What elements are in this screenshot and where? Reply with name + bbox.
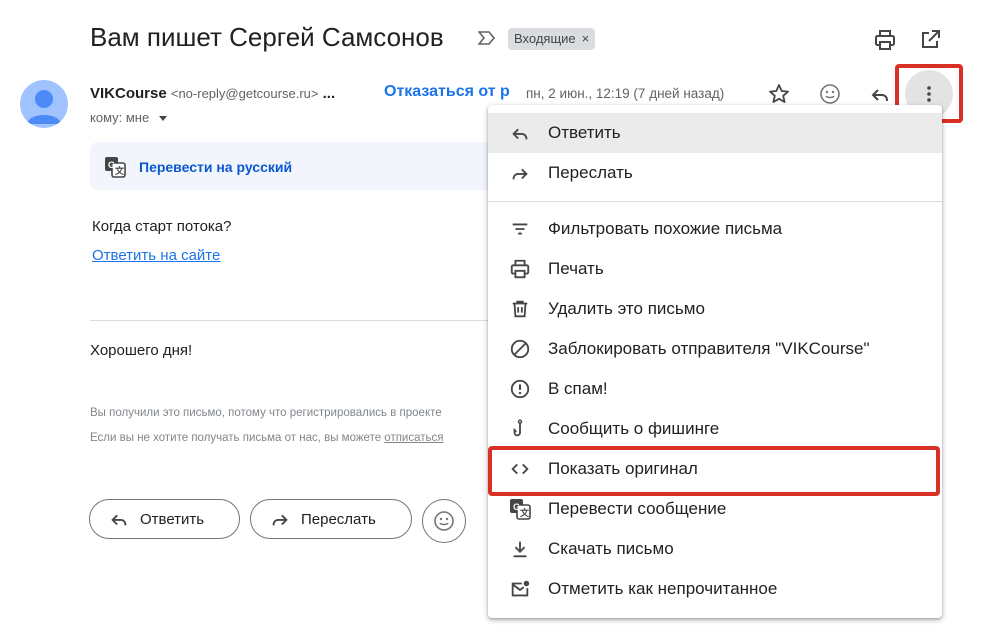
sender-email: <no-reply@getcourse.ru> bbox=[170, 86, 319, 101]
menu-separator bbox=[488, 201, 942, 202]
highlight-show-original bbox=[488, 446, 940, 496]
svg-text:文: 文 bbox=[114, 165, 125, 176]
important-marker-icon[interactable] bbox=[478, 31, 496, 45]
label-chip-inbox[interactable]: Входящие × bbox=[508, 28, 596, 50]
more-options-menu: Ответить Переслать Фильтровать похожие п… bbox=[488, 105, 942, 618]
footer-line-2-text: Если вы не хотите получать письма от нас… bbox=[90, 432, 385, 444]
translate-icon: G 文 bbox=[510, 499, 531, 520]
menu-item-label: Переслать bbox=[548, 163, 633, 182]
footer-unsubscribe-link[interactable]: отписаться bbox=[384, 432, 443, 444]
forward-button-label: Переслать bbox=[301, 510, 376, 528]
menu-item-label: Ответить bbox=[548, 123, 621, 142]
menu-item-mark-unread[interactable]: Отметить как непрочитанное bbox=[488, 569, 942, 609]
message-regards: Хорошего дня! bbox=[90, 342, 193, 359]
email-subject: Вам пишет Сергей Самсонов bbox=[90, 22, 444, 52]
menu-item-label: Фильтровать похожие письма bbox=[548, 219, 783, 238]
download-icon bbox=[513, 541, 527, 558]
reply-icon bbox=[512, 128, 528, 140]
print-icon bbox=[510, 259, 530, 279]
menu-item-reply[interactable]: Ответить bbox=[488, 113, 942, 153]
footer-line-1: Вы получили это письмо, потому что регис… bbox=[90, 407, 442, 419]
menu-item-report-phishing[interactable]: Сообщить о фишинге bbox=[488, 409, 942, 449]
filter-icon bbox=[512, 223, 528, 235]
reply-button[interactable]: Ответить bbox=[89, 499, 240, 539]
person-icon bbox=[27, 90, 61, 124]
forward-icon bbox=[512, 168, 528, 180]
menu-item-label: Перевести сообщение bbox=[548, 499, 727, 518]
menu-item-label: Удалить это письмо bbox=[548, 299, 705, 318]
sender-line: VIKCourse <no-reply@getcourse.ru> ... bbox=[90, 85, 335, 102]
message-question: Когда старт потока? bbox=[92, 218, 232, 235]
menu-item-label: Отметить как непрочитанное bbox=[548, 579, 778, 598]
forward-icon bbox=[272, 514, 288, 526]
email-date: пн, 2 июн., 12:19 (7 дней назад) bbox=[526, 86, 725, 101]
phishing-icon bbox=[513, 419, 523, 437]
menu-item-download[interactable]: Скачать письмо bbox=[488, 529, 942, 569]
menu-item-label: Сообщить о фишинге bbox=[548, 419, 720, 438]
menu-item-filter[interactable]: Фильтровать похожие письма bbox=[488, 209, 942, 249]
menu-item-label: В спам! bbox=[548, 379, 608, 398]
menu-item-label: Печать bbox=[548, 259, 604, 278]
sender-name[interactable]: VIKCourse bbox=[90, 85, 167, 102]
menu-item-label: Заблокировать отправителя "VIKCourse" bbox=[548, 339, 870, 358]
menu-item-print[interactable]: Печать bbox=[488, 249, 942, 289]
trash-icon bbox=[512, 300, 528, 318]
forward-button[interactable]: Переслать bbox=[250, 499, 412, 539]
recipient-text: кому: мне bbox=[90, 110, 150, 125]
emoji-icon bbox=[434, 511, 454, 531]
reply-icon bbox=[111, 514, 127, 526]
star-icon[interactable] bbox=[767, 82, 791, 106]
translate-link[interactable]: Перевести на русский bbox=[139, 159, 292, 175]
unsubscribe-link[interactable]: Отказаться от р bbox=[384, 83, 516, 101]
reply-on-site-link[interactable]: Ответить на сайте bbox=[92, 247, 220, 264]
spam-icon bbox=[510, 379, 530, 399]
menu-item-delete[interactable]: Удалить это письмо bbox=[488, 289, 942, 329]
reply-icon[interactable] bbox=[868, 82, 892, 106]
emoji-reaction-icon[interactable] bbox=[818, 82, 842, 106]
svg-text:文: 文 bbox=[519, 507, 530, 518]
menu-item-label: Скачать письмо bbox=[548, 539, 674, 558]
menu-item-spam[interactable]: В спам! bbox=[488, 369, 942, 409]
print-all-icon[interactable] bbox=[873, 28, 897, 52]
svg-text:G: G bbox=[513, 502, 520, 512]
sender-avatar bbox=[20, 80, 68, 128]
body-divider bbox=[90, 320, 490, 321]
open-new-window-icon[interactable] bbox=[918, 28, 942, 52]
label-remove-icon[interactable]: × bbox=[582, 28, 590, 50]
menu-item-forward[interactable]: Переслать bbox=[488, 153, 942, 193]
sender-ellipsis: ... bbox=[322, 85, 336, 102]
footer-line-2: Если вы не хотите получать письма от нас… bbox=[90, 432, 488, 444]
block-icon bbox=[510, 339, 530, 359]
label-chip-text: Входящие bbox=[514, 31, 576, 46]
mark-unread-icon bbox=[511, 580, 530, 597]
dropdown-caret-icon[interactable] bbox=[158, 116, 167, 122]
reply-button-label: Ответить bbox=[140, 510, 205, 528]
google-translate-icon: G 文 bbox=[105, 157, 126, 178]
svg-text:G: G bbox=[108, 160, 115, 170]
menu-item-block-sender[interactable]: Заблокировать отправителя "VIKCourse" bbox=[488, 329, 942, 369]
emoji-reaction-button[interactable] bbox=[422, 499, 466, 543]
recipient-line[interactable]: кому: мне bbox=[90, 110, 167, 125]
